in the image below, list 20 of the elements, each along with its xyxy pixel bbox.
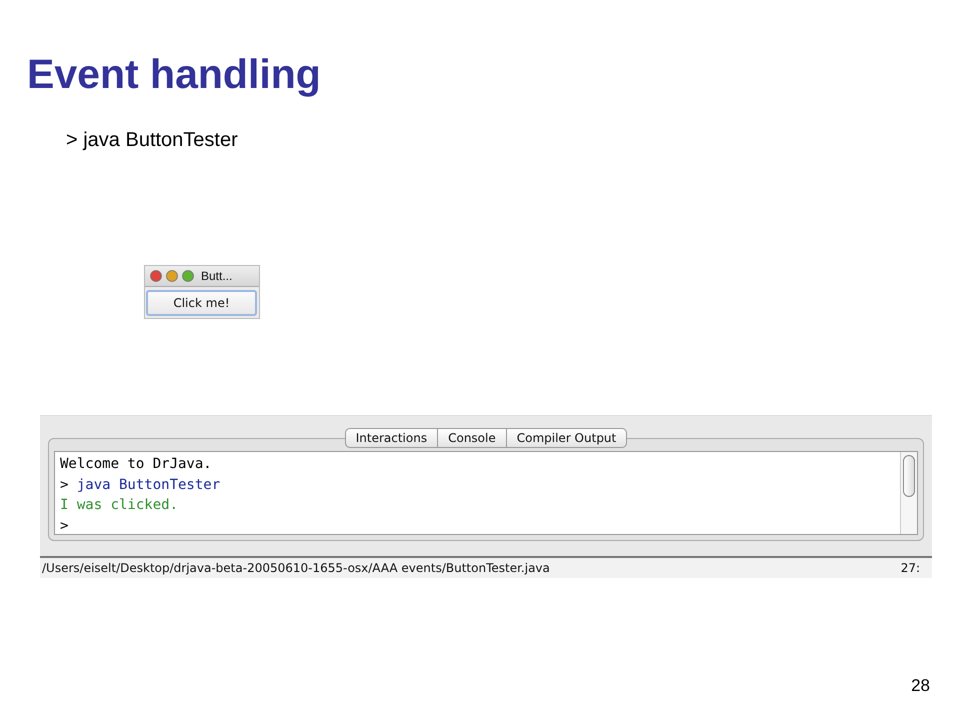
window-title: Butt... xyxy=(201,269,232,283)
scroll-thumb[interactable] xyxy=(903,455,915,497)
console-line: I was clicked. xyxy=(60,496,180,515)
tab[interactable]: Interactions xyxy=(344,428,438,448)
minimize-icon[interactable] xyxy=(166,270,178,282)
console-line: > java ButtonTester xyxy=(60,476,222,494)
file-path: /Users/eiselt/Desktop/drjava-beta-20050610-1655-osx/AAA events/ButtonTester.java xyxy=(42,561,550,575)
console-line: > xyxy=(60,516,70,536)
console-line: Welcome to DrJava. xyxy=(60,455,213,474)
page-number: 28 xyxy=(911,676,930,696)
tab[interactable]: Console xyxy=(438,428,507,448)
cursor-position: 27: xyxy=(900,561,920,575)
tab[interactable]: Compiler Output xyxy=(506,428,628,448)
slide-title: Event handling xyxy=(27,50,322,98)
command-text: > java ButtonTester xyxy=(66,128,239,152)
zoom-icon[interactable] xyxy=(182,270,194,282)
scrollbar[interactable] xyxy=(900,452,917,534)
console-pane[interactable]: Welcome to DrJava. > java ButtonTester I was clicked. > xyxy=(54,451,918,535)
close-icon[interactable] xyxy=(150,270,162,282)
click-button[interactable]: Click me! xyxy=(146,290,257,316)
